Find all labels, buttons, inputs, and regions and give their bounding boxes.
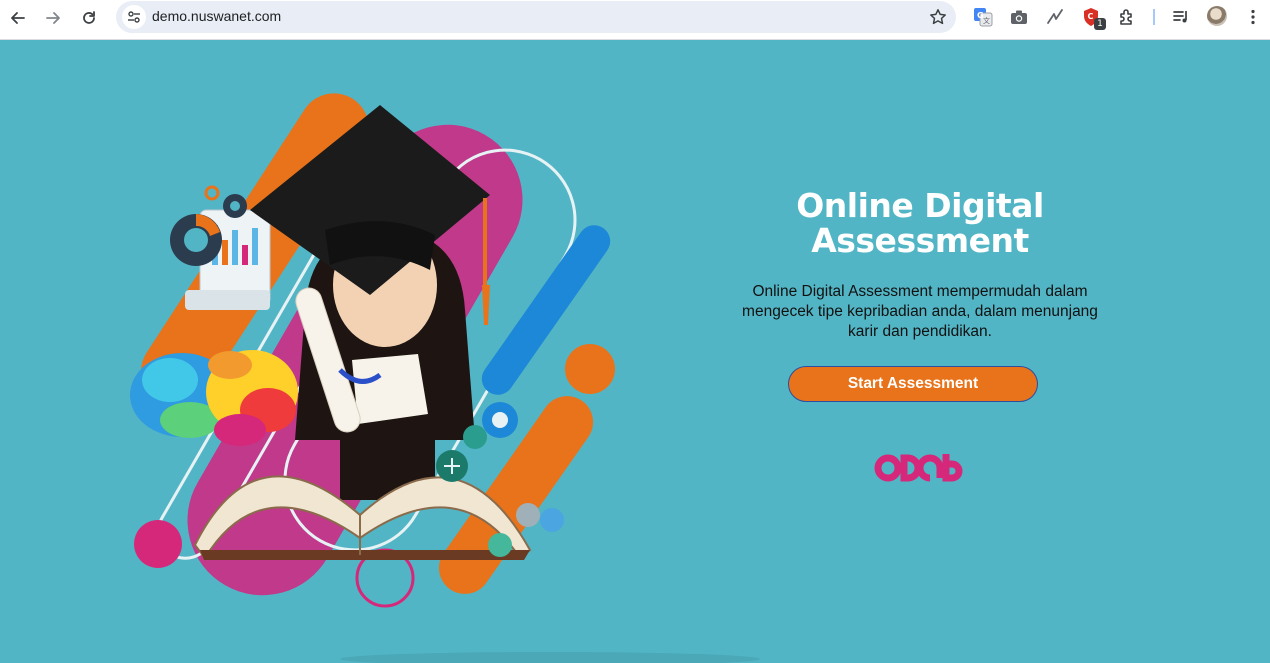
puzzle-extensions-icon[interactable]	[1114, 4, 1140, 30]
browser-toolbar: demo.nuswanet.com G文 C 1	[0, 0, 1270, 40]
odab-logo	[874, 454, 963, 482]
start-assessment-button[interactable]: Start Assessment	[788, 366, 1038, 402]
url-text[interactable]: demo.nuswanet.com	[152, 8, 281, 24]
kebab-menu-icon[interactable]	[1240, 4, 1266, 30]
hero-title: Online Digital Assessment	[796, 186, 1044, 260]
reload-icon[interactable]	[75, 4, 103, 32]
shield-extension-icon[interactable]: C 1	[1078, 4, 1106, 30]
forward-arrow-icon[interactable]	[39, 4, 67, 32]
hero-section: Online Digital Assessment Online Digital…	[740, 188, 1100, 342]
profile-avatar[interactable]	[1207, 6, 1227, 26]
orange-dot-shape	[565, 344, 615, 394]
camera-icon[interactable]	[1006, 4, 1032, 30]
pink-dot-shape	[134, 520, 182, 568]
bookmark-star-icon[interactable]	[926, 5, 950, 29]
svg-text:文: 文	[983, 16, 990, 25]
site-settings-icon[interactable]	[122, 5, 146, 29]
google-translate-icon[interactable]: G文	[970, 4, 996, 30]
toolbar-divider	[1153, 9, 1155, 25]
hero-description: Online Digital Assessment mempermudah da…	[742, 283, 1098, 340]
address-bar[interactable]: demo.nuswanet.com	[116, 1, 956, 33]
footer-shadow	[340, 652, 760, 663]
extension-badge: 1	[1094, 18, 1106, 30]
back-arrow-icon[interactable]	[4, 4, 32, 32]
brain-icon	[130, 350, 298, 446]
stroke-extension-icon[interactable]	[1042, 4, 1068, 30]
hero-illustration	[130, 93, 615, 608]
media-controls-icon[interactable]	[1168, 4, 1194, 30]
svg-text:C: C	[1088, 12, 1094, 21]
